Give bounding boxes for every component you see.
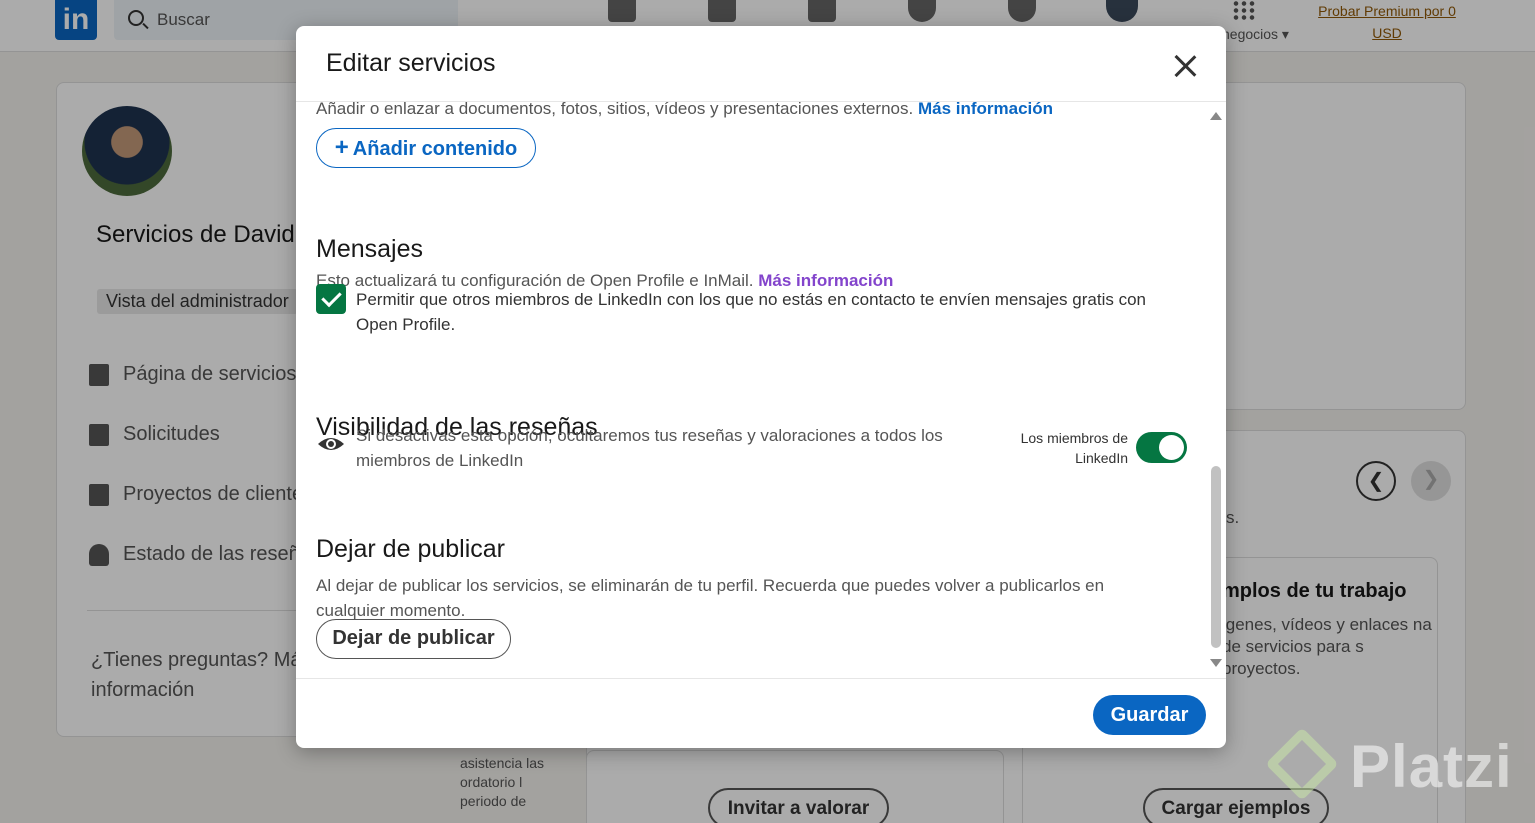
scroll-thumb[interactable] [1211, 466, 1221, 648]
dialog-title: Editar servicios [326, 49, 496, 77]
content-description: Añadir o enlazar a documentos, fotos, si… [316, 102, 1196, 121]
dialog-body[interactable]: Añadir o enlazar a documentos, fotos, si… [296, 102, 1226, 678]
unpublish-description: Al dejar de publicar los servicios, se e… [316, 576, 1105, 620]
content-more-info-link[interactable]: Más información [918, 102, 1053, 118]
dialog-scrollbar[interactable] [1208, 106, 1224, 672]
scroll-up-arrow[interactable] [1210, 112, 1222, 120]
dialog-header: Editar servicios [296, 26, 1226, 102]
unpublish-heading: Dejar de publicar [316, 535, 505, 563]
unpublish-button[interactable]: Dejar de publicar [316, 619, 511, 659]
add-content-button[interactable]: + Añadir contenido [316, 128, 536, 168]
close-icon[interactable] [1168, 50, 1202, 84]
open-profile-checkbox[interactable] [316, 284, 346, 314]
scroll-down-arrow[interactable] [1210, 659, 1222, 667]
reviews-visibility-description: Si desactivas esta opción, ocultaremos t… [356, 426, 943, 470]
plus-icon: + [334, 134, 349, 161]
save-button[interactable]: Guardar [1093, 695, 1206, 735]
eye-icon [318, 438, 344, 450]
content-text: Añadir o enlazar a documentos, fotos, si… [316, 102, 914, 118]
toggle-label: Los miembros de LinkedIn [1020, 430, 1128, 466]
add-content-label: Añadir contenido [352, 138, 518, 160]
messages-heading: Mensajes [316, 235, 423, 263]
edit-services-dialog: Editar servicios Añadir o enlazar a docu… [296, 26, 1226, 748]
open-profile-label[interactable]: Permitir que otros miembros de LinkedIn … [356, 287, 1176, 337]
platzi-watermark: Platzi [1350, 733, 1513, 800]
reviews-visibility-toggle[interactable] [1136, 432, 1187, 463]
dialog-footer: Guardar [296, 678, 1226, 748]
